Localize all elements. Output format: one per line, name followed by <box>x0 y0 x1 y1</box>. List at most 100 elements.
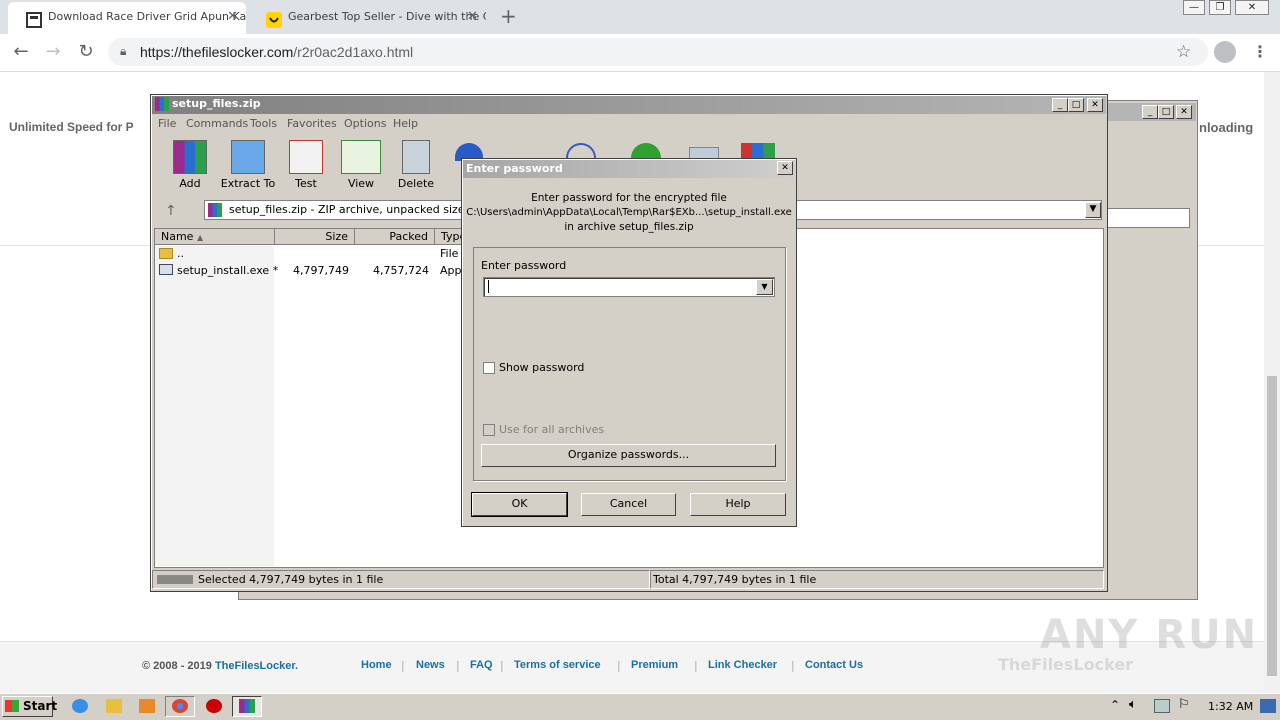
new-tab-button[interactable]: + <box>500 4 517 28</box>
footer-link-home[interactable]: Home <box>361 659 392 671</box>
column-header-packed[interactable]: Packed <box>355 229 435 245</box>
close-button[interactable]: ✕ <box>1176 105 1192 119</box>
close-tab-icon[interactable]: ✕ <box>467 2 478 32</box>
footer-link-news[interactable]: News <box>416 659 445 671</box>
tab-race-driver[interactable]: Download Race Driver Grid Apun Ka ✕ <box>8 2 246 34</box>
footer-link-premium[interactable]: Premium <box>631 659 678 671</box>
tab-gearbest[interactable]: Gearbest Top Seller - Dive with the C ✕ <box>248 2 486 34</box>
exe-file-icon <box>159 264 173 275</box>
view-button[interactable]: View <box>331 140 391 190</box>
menu-commands[interactable]: Commands <box>186 117 248 130</box>
reload-icon[interactable]: ↻ <box>75 42 97 64</box>
extract-to-button[interactable]: Extract To <box>218 140 278 190</box>
maximize-button[interactable]: □ <box>1068 98 1084 112</box>
show-desktop-icon[interactable] <box>1260 699 1276 713</box>
media-player-icon[interactable] <box>139 699 155 713</box>
use-for-all-label[interactable]: Use for all archives <box>499 423 604 436</box>
column-header-name[interactable]: Name ▲ <box>155 229 275 245</box>
use-for-all-checkbox[interactable] <box>483 424 495 436</box>
organize-passwords-button[interactable]: Organize passwords... <box>481 444 776 467</box>
menu-tools[interactable]: Tools <box>250 117 277 130</box>
page-icon <box>26 10 42 28</box>
scrollbar-thumb[interactable] <box>1267 376 1277 676</box>
footer-link-faq[interactable]: FAQ <box>470 659 493 671</box>
winrar-title: setup_files.zip <box>172 97 261 110</box>
test-button[interactable]: Test <box>276 140 336 190</box>
gearbest-icon <box>266 10 282 28</box>
show-password-label[interactable]: Show password <box>499 361 584 374</box>
file-row-setup[interactable]: setup_install.exe * <box>177 264 278 277</box>
menu-help[interactable]: Help <box>393 117 418 130</box>
minimize-button[interactable]: _ <box>1052 98 1068 112</box>
winrar-titlebar[interactable] <box>152 96 1106 114</box>
menu-file[interactable]: File <box>158 117 176 130</box>
file-packed: 4,757,724 <box>373 264 429 277</box>
footer-separator: | <box>617 659 621 672</box>
winrar-icon <box>155 97 169 111</box>
book-icon <box>341 140 381 174</box>
ie-icon[interactable] <box>72 699 88 713</box>
tray-expand-icon[interactable]: ⌃ <box>1110 698 1120 712</box>
add-button[interactable]: Add <box>160 140 220 190</box>
archive-icon <box>208 203 222 217</box>
menu-dots-icon[interactable]: ⋮ <box>1252 42 1268 61</box>
cancel-button[interactable]: Cancel <box>581 493 676 516</box>
password-dropdown-icon[interactable]: ▼ <box>756 279 773 295</box>
menu-options[interactable]: Options <box>344 117 386 130</box>
forward-arrow-icon[interactable]: → <box>42 42 64 64</box>
url-host: https://thefileslocker.com <box>140 44 294 60</box>
explorer-icon[interactable] <box>106 699 122 713</box>
file-row-parent[interactable]: .. <box>177 247 184 260</box>
help-button[interactable]: Help <box>690 493 786 516</box>
volume-icon[interactable]: 🔈︎ <box>1129 697 1137 712</box>
footer-separator: | <box>694 659 698 672</box>
profile-avatar-icon[interactable] <box>1214 41 1236 63</box>
url-text[interactable]: https://thefileslocker.com/r2r0ac2d1axo.… <box>140 44 413 60</box>
ok-button[interactable]: OK <box>471 492 568 517</box>
maximize-button[interactable]: □ <box>1158 105 1174 119</box>
anyrun-watermark: ANY RUN <box>1040 612 1259 658</box>
footer-link-checker[interactable]: Link Checker <box>708 659 777 671</box>
add-archive-icon <box>173 140 207 174</box>
status-total: Total 4,797,749 bytes in 1 file <box>653 573 817 586</box>
minimize-button[interactable]: — <box>1183 0 1205 15</box>
clock[interactable]: 1:32 AM <box>1208 700 1253 713</box>
dialog-close-button[interactable]: ✕ <box>777 161 793 175</box>
network-icon[interactable] <box>1154 699 1170 713</box>
delete-button[interactable]: Delete <box>386 140 446 190</box>
copyright: © 2008 - 2019 TheFilesLocker. <box>142 660 298 672</box>
password-label: Enter password <box>481 259 567 272</box>
footer-link-terms[interactable]: Terms of service <box>514 659 601 671</box>
lock-icon[interactable]: 🔒︎ <box>120 44 126 59</box>
opera-icon[interactable] <box>206 699 222 713</box>
status-selected: Selected 4,797,749 bytes in 1 file <box>198 573 384 586</box>
promo-text-right: nloading <box>1199 120 1254 135</box>
close-button[interactable]: ✕ <box>1087 98 1103 112</box>
copyright-brand[interactable]: TheFilesLocker. <box>215 660 298 672</box>
bookmark-star-icon[interactable]: ☆ <box>1176 42 1191 62</box>
minimize-button[interactable]: _ <box>1142 105 1158 119</box>
close-tab-icon[interactable]: ✕ <box>227 2 238 32</box>
close-window-button[interactable]: ✕ <box>1235 0 1269 15</box>
checklist-icon <box>289 140 323 174</box>
back-arrow-icon[interactable]: ← <box>10 42 32 64</box>
winrar-icon <box>239 699 255 713</box>
restore-button[interactable]: ❐ <box>1209 0 1231 15</box>
column-header-size[interactable]: Size <box>275 229 355 245</box>
menu-favorites[interactable]: Favorites <box>287 117 337 130</box>
dialog-archive-name: in archive setup_files.zip <box>564 221 694 233</box>
drive-icon[interactable] <box>157 575 193 584</box>
action-center-flag-icon[interactable]: ⚐ <box>1178 697 1190 712</box>
name-column-highlight <box>155 246 274 566</box>
footer-link-contact[interactable]: Contact Us <box>805 659 863 671</box>
up-folder-icon[interactable]: ↑ <box>165 203 177 219</box>
path-dropdown-icon[interactable]: ▼ <box>1085 202 1101 218</box>
dialog-title: Enter password <box>466 162 563 175</box>
folder-icon <box>231 140 265 174</box>
copyright-prefix: © 2008 - 2019 <box>142 660 215 672</box>
add-label: Add <box>179 177 201 190</box>
background-dropdown[interactable] <box>1106 208 1190 228</box>
show-password-checkbox[interactable] <box>483 362 495 374</box>
delete-label: Delete <box>397 177 435 190</box>
password-input[interactable] <box>483 277 775 297</box>
